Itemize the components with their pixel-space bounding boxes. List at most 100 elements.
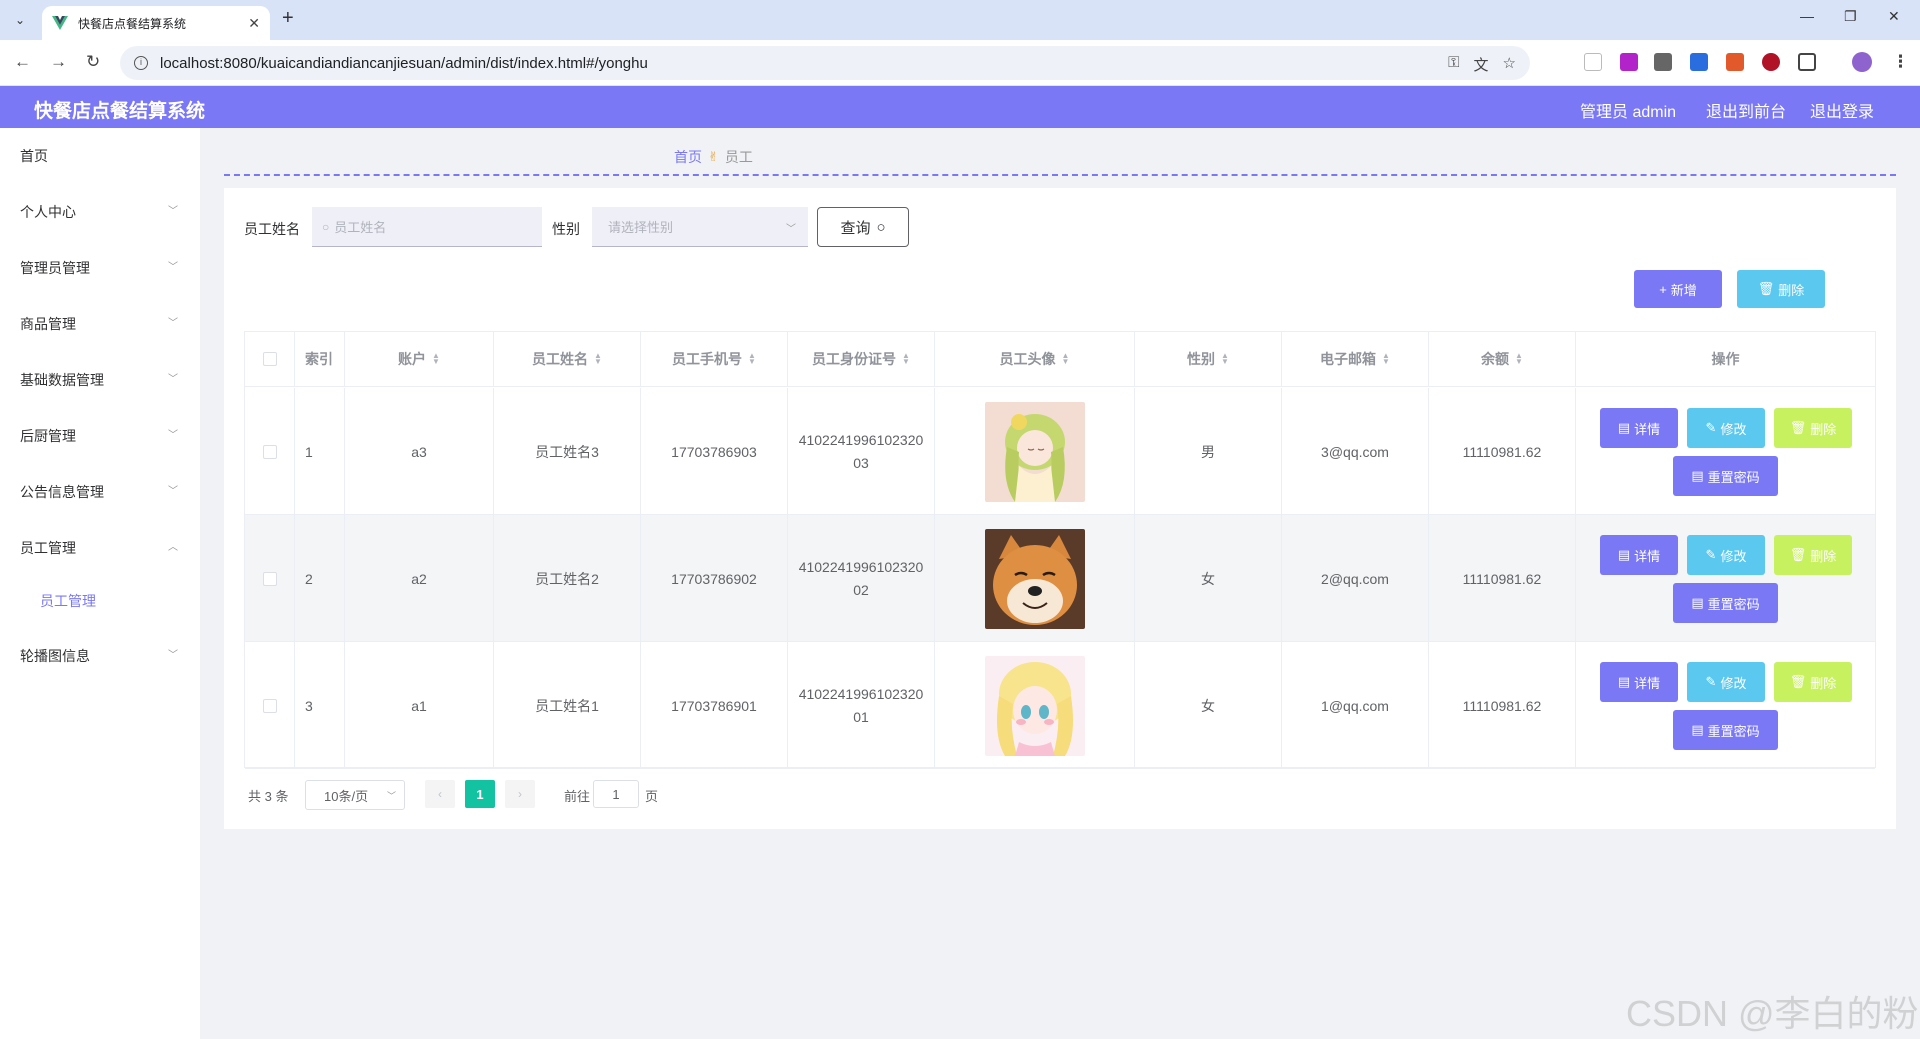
translate-icon[interactable]: 文 <box>1474 54 1489 75</box>
bookmark-star-icon[interactable]: ☆ <box>1503 54 1516 75</box>
sidebar-item-label: 基础数据管理 <box>20 372 104 388</box>
password-key-icon[interactable]: ⚿ <box>1448 54 1459 75</box>
page-unit-label: 页 <box>645 789 659 804</box>
profile-avatar[interactable] <box>1852 52 1872 72</box>
col-balance-header[interactable]: 余额 ▲ ▼ <box>1429 332 1576 387</box>
browser-menu-icon[interactable]: ⋮ <box>1892 52 1909 72</box>
col-phone-header[interactable]: 员工手机号 ▲ ▼ <box>641 332 788 387</box>
sort-icon[interactable]: ▲ ▼ <box>594 352 602 366</box>
page-size-select[interactable]: 10条/页 ﹀ <box>305 780 405 810</box>
sidebar-item-staff[interactable]: 员工管理 ︿ <box>0 526 200 566</box>
to-front-link[interactable]: 退出到前台 <box>1706 98 1786 122</box>
col-gender-header[interactable]: 性别 ▲ ▼ <box>1135 332 1282 387</box>
chevron-down-icon: ﹀ <box>168 374 178 385</box>
tab-search-chevron-icon[interactable]: ⌄ <box>8 9 32 31</box>
detail-button[interactable]: ▤ 详情 <box>1600 408 1678 448</box>
logout-link[interactable]: 退出登录 <box>1810 98 1874 122</box>
delete-button[interactable]: 🗑 删除 <box>1774 408 1852 448</box>
reset-password-button[interactable]: ▤ 重置密码 <box>1673 583 1778 623</box>
col-avatar-header[interactable]: 员工头像 ▲ ▼ <box>935 332 1135 387</box>
current-page[interactable]: 1 <box>465 780 495 808</box>
breadcrumb-home[interactable]: 首页 <box>674 147 702 167</box>
sort-icon[interactable]: ▲ ▼ <box>748 352 756 366</box>
edit-button[interactable]: ✎ 修改 <box>1687 408 1765 448</box>
reload-icon[interactable]: ↻ <box>86 52 100 72</box>
close-tab-icon[interactable]: ✕ <box>248 15 260 32</box>
new-tab-icon[interactable]: + <box>282 7 294 30</box>
sidebar-item-label: 轮播图信息 <box>20 648 90 664</box>
detail-button[interactable]: ▤ 详情 <box>1600 535 1678 575</box>
chevron-up-icon: ︿ <box>168 542 178 553</box>
gender-select[interactable]: 请选择性别 ﹀ <box>592 207 808 247</box>
address-bar[interactable]: i localhost:8080/kuaicandiandiancanjiesu… <box>120 46 1530 80</box>
reset-password-label: 重置密码 <box>1707 596 1760 612</box>
extension-icon[interactable] <box>1620 53 1638 71</box>
puzzle-extensions-icon[interactable] <box>1798 53 1816 71</box>
sidebar-item-notices[interactable]: 公告信息管理 ﹀ <box>0 470 200 510</box>
cell-index: 2 <box>295 515 345 642</box>
table-row: 1 a3 员工姓名3 17703786903 41022419961023200… <box>245 388 1875 515</box>
table-row: 2 a2 员工姓名2 17703786902 41022419961023200… <box>245 515 1875 642</box>
minimize-icon[interactable]: — <box>1800 8 1814 24</box>
sidebar-item-kitchen[interactable]: 后厨管理 ﹀ <box>0 414 200 454</box>
delete-button[interactable]: 🗑 删除 <box>1774 662 1852 702</box>
extension-icon[interactable] <box>1654 53 1672 71</box>
sidebar-item-admin[interactable]: 管理员管理 ﹀ <box>0 246 200 286</box>
restore-icon[interactable]: ❐ <box>1844 8 1857 25</box>
row-select-cell <box>245 642 295 769</box>
sort-icon[interactable]: ▲ ▼ <box>1382 352 1390 366</box>
site-info-icon[interactable]: i <box>134 56 148 70</box>
table-row: 3 a1 员工姓名1 17703786901 41022419961023200… <box>245 642 1875 769</box>
extension-icon[interactable] <box>1762 53 1780 71</box>
next-page-button[interactable]: › <box>505 780 535 808</box>
name-search-input[interactable]: ○ 员工姓名 <box>312 207 542 247</box>
row-checkbox[interactable] <box>262 571 277 586</box>
avatar-shiba-dog[interactable] <box>984 528 1085 629</box>
col-account-header[interactable]: 账户 ▲ ▼ <box>345 332 494 387</box>
query-button[interactable]: 查询 ○ <box>817 207 909 247</box>
back-icon[interactable]: ← <box>14 52 31 72</box>
batch-delete-button[interactable]: 🗑 删除 <box>1737 270 1825 308</box>
window-close-icon[interactable]: ✕ <box>1888 8 1900 25</box>
reset-password-button[interactable]: ▤ 重置密码 <box>1673 710 1778 750</box>
col-email-header[interactable]: 电子邮箱 ▲ ▼ <box>1282 332 1429 387</box>
sidebar-subitem-staff-management[interactable]: 员工管理 <box>0 579 200 619</box>
col-ops-label: 操作 <box>1711 351 1740 367</box>
sort-icon[interactable]: ▲ ▼ <box>902 352 910 366</box>
sidebar-item-profile[interactable]: 个人中心 ﹀ <box>0 190 200 230</box>
add-button[interactable]: + 新增 <box>1634 270 1722 308</box>
avatar-anime-girl-green-hair[interactable] <box>984 401 1085 502</box>
edit-button[interactable]: ✎ 修改 <box>1687 662 1765 702</box>
prev-page-button[interactable]: ‹ <box>425 780 455 808</box>
delete-button[interactable]: 🗑 删除 <box>1774 535 1852 575</box>
col-name-header[interactable]: 员工姓名 ▲ ▼ <box>494 332 641 387</box>
sidebar-item-home[interactable]: 首页 <box>0 134 200 174</box>
col-index-label: 索引 <box>305 351 333 367</box>
sidebar-item-basic-data[interactable]: 基础数据管理 ﹀ <box>0 358 200 398</box>
batch-delete-label: 删除 <box>1778 282 1805 298</box>
row-checkbox[interactable] <box>262 698 277 713</box>
col-idcard-header[interactable]: 员工身份证号 ▲ ▼ <box>788 332 935 387</box>
sort-icon[interactable]: ▲ ▼ <box>1221 352 1229 366</box>
detail-label: 详情 <box>1634 675 1661 691</box>
browser-tab[interactable]: 快餐店点餐结算系统 ✕ <box>42 6 270 40</box>
edit-label: 修改 <box>1720 548 1747 564</box>
cell-email: 2@qq.com <box>1282 515 1429 642</box>
detail-button[interactable]: ▤ 详情 <box>1600 662 1678 702</box>
forward-icon[interactable]: → <box>50 52 67 72</box>
sort-icon[interactable]: ▲ ▼ <box>1515 352 1523 366</box>
cell-balance: 11110981.62 <box>1429 642 1576 769</box>
extension-icon[interactable] <box>1690 53 1708 71</box>
sort-icon[interactable]: ▲ ▼ <box>432 352 440 366</box>
sidebar-item-products[interactable]: 商品管理 ﹀ <box>0 302 200 342</box>
reset-password-button[interactable]: ▤ 重置密码 <box>1673 456 1778 496</box>
select-all-checkbox[interactable] <box>262 352 277 366</box>
edit-button[interactable]: ✎ 修改 <box>1687 535 1765 575</box>
sidebar-item-carousel[interactable]: 轮播图信息 ﹀ <box>0 634 200 674</box>
sort-icon[interactable]: ▲ ▼ <box>1062 352 1070 366</box>
extension-icon[interactable] <box>1726 53 1744 71</box>
avatar-anime-girl-blonde[interactable] <box>984 655 1085 756</box>
goto-page-input[interactable]: 1 <box>593 780 639 808</box>
extension-icon[interactable] <box>1584 53 1602 71</box>
row-checkbox[interactable] <box>262 444 277 459</box>
